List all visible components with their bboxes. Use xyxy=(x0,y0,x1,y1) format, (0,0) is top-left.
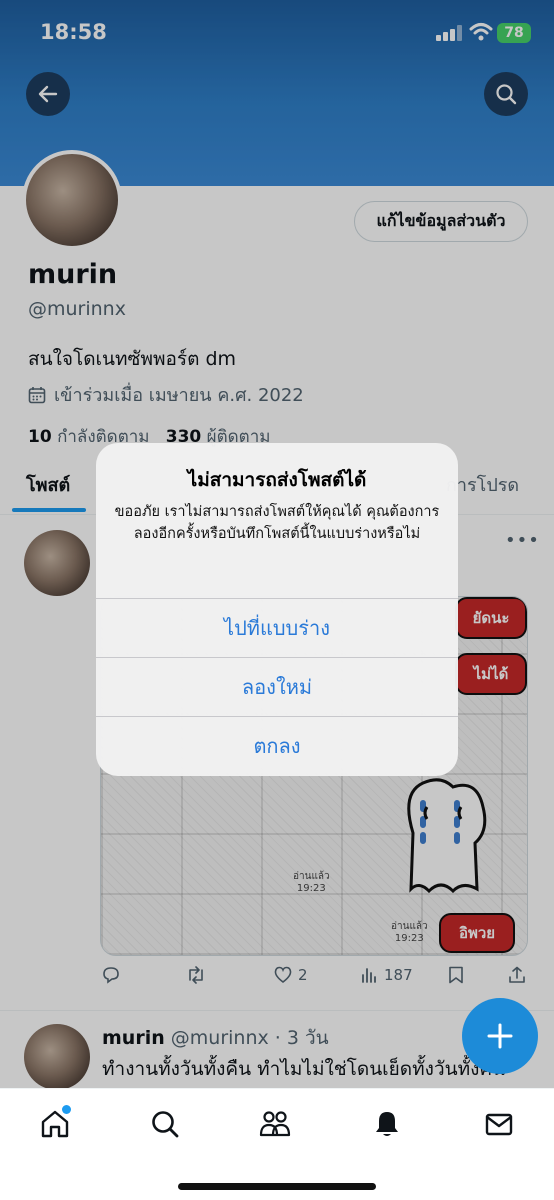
ok-button[interactable]: ตกลง xyxy=(96,717,458,775)
home-indicator xyxy=(178,1183,376,1190)
error-alert-dialog: ไม่สามารถส่งโพสต์ได้ ขออภัย เราไม่สามารถ… xyxy=(96,443,458,776)
retry-button[interactable]: ลองใหม่ xyxy=(96,658,458,716)
nav-search[interactable] xyxy=(148,1107,182,1141)
notification-dot xyxy=(62,1105,71,1114)
mail-icon xyxy=(485,1113,513,1136)
compose-button[interactable] xyxy=(462,998,538,1074)
communities-icon xyxy=(259,1111,291,1137)
nav-notifications[interactable] xyxy=(370,1107,404,1141)
nav-home[interactable] xyxy=(38,1105,72,1141)
bell-icon xyxy=(376,1112,398,1136)
go-to-drafts-button[interactable]: ไปที่แบบร่าง xyxy=(96,599,458,657)
alert-title: ไม่สามารถส่งโพสต์ได้ xyxy=(187,469,367,491)
nav-communities[interactable] xyxy=(258,1107,292,1141)
search-icon xyxy=(152,1111,179,1138)
alert-message: ขออภัย เราไม่สามารถส่งโพสต์ให้คุณได้ คุณ… xyxy=(114,504,440,542)
plus-icon xyxy=(487,1023,513,1049)
nav-messages[interactable] xyxy=(482,1107,516,1141)
